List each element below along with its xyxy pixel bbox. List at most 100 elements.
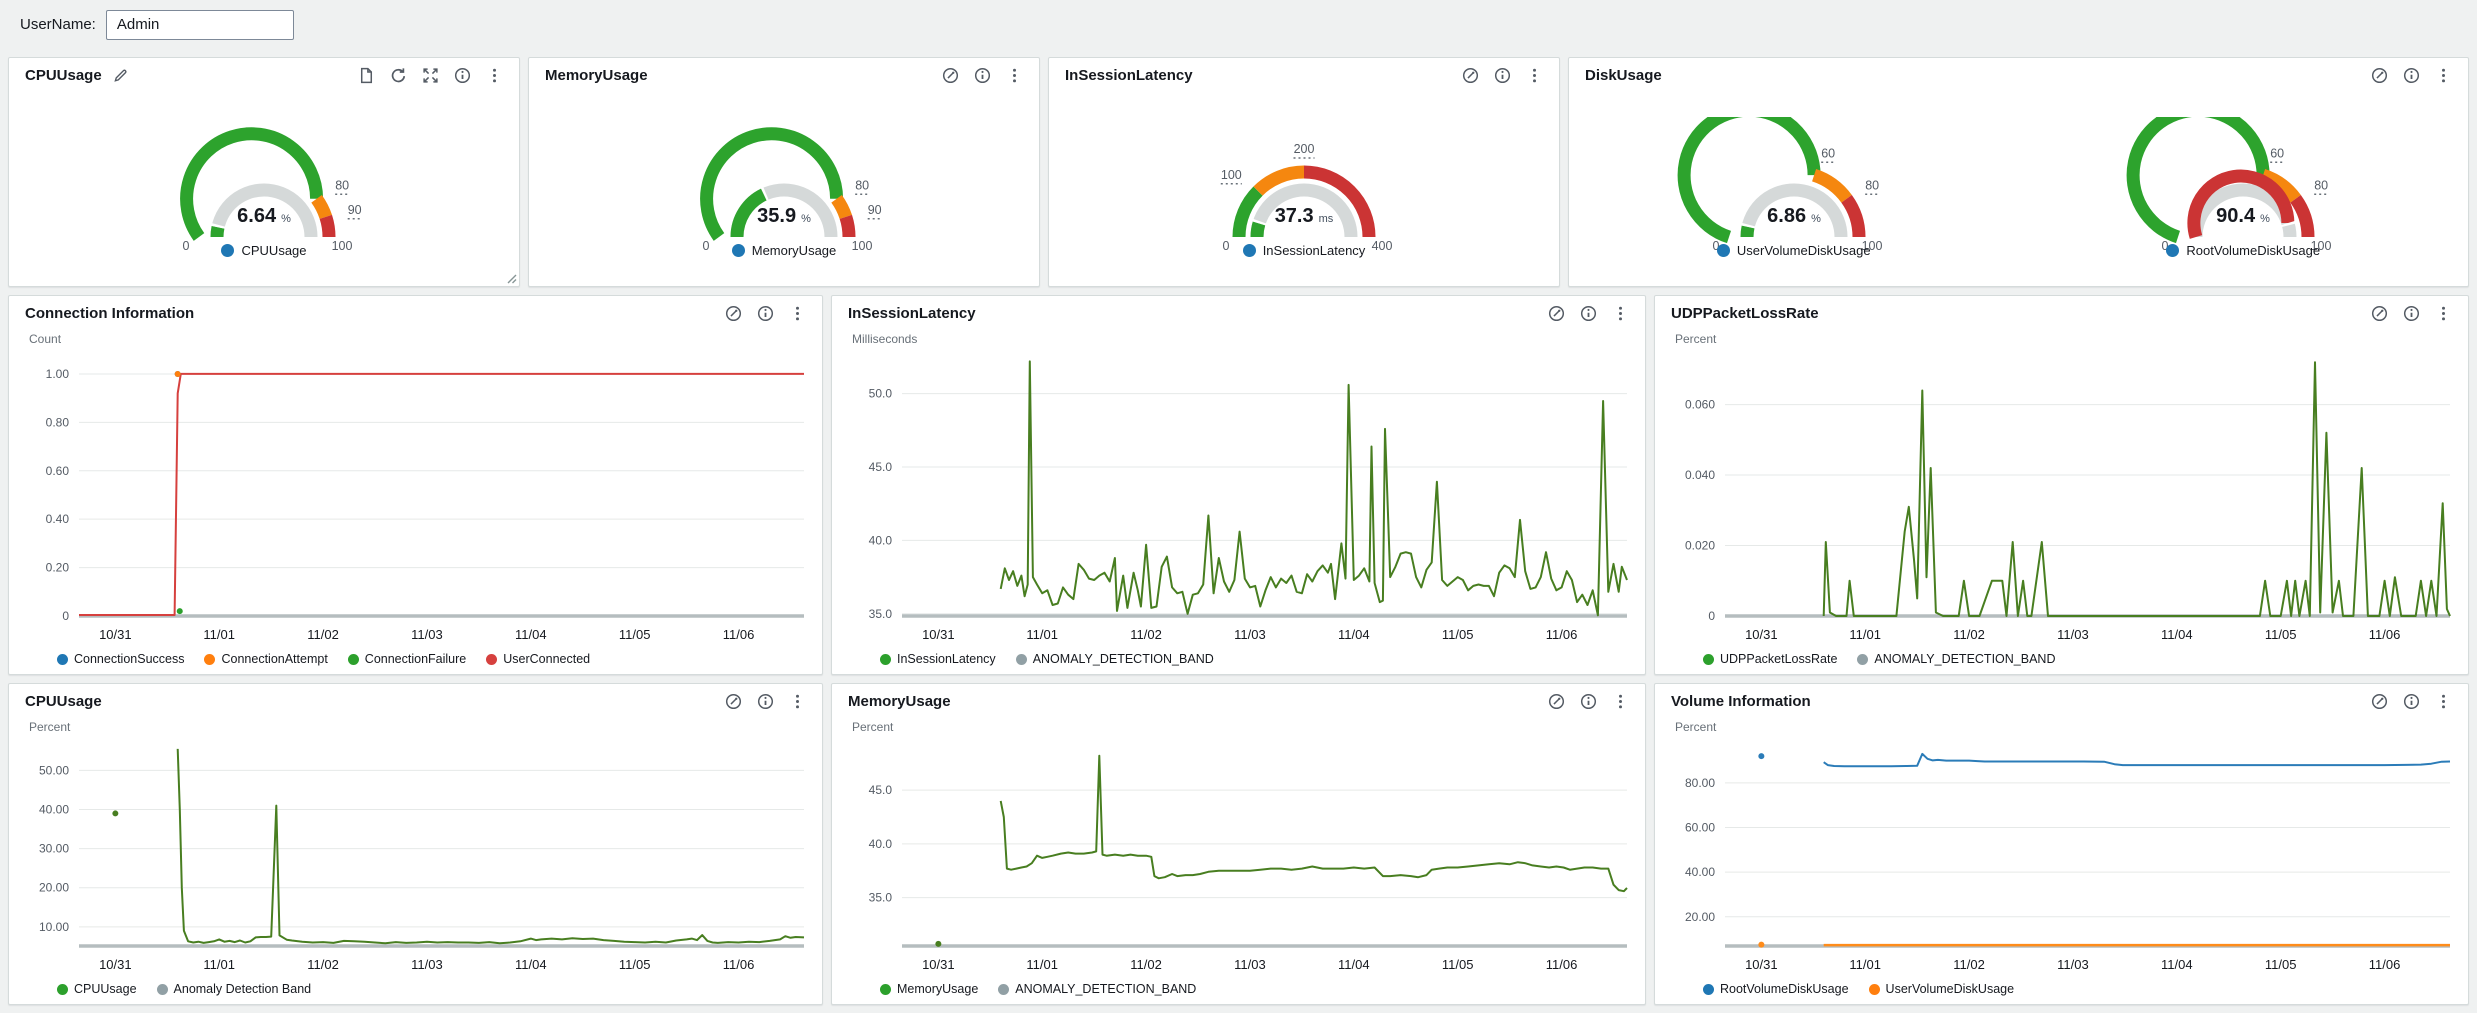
kebab-icon[interactable]	[1612, 305, 1629, 322]
compass-icon[interactable]	[942, 67, 959, 84]
connection-information-line-chart[interactable]: 00.200.400.600.801.0010/3111/0111/0211/0…	[9, 349, 822, 650]
info-icon[interactable]	[757, 693, 774, 710]
svg-text:11/04: 11/04	[2161, 627, 2193, 642]
kebab-icon[interactable]	[789, 305, 806, 322]
charts-row-1: Connection Information Count 00.200.400.…	[0, 295, 2477, 675]
refresh-icon[interactable]	[390, 67, 407, 84]
gauge-legend[interactable]: MemoryUsage	[732, 243, 837, 258]
info-icon[interactable]	[1580, 305, 1597, 322]
volume-information-line-chart[interactable]: 20.0040.0060.0080.0010/3111/0111/0211/03…	[1655, 737, 2468, 980]
legend-item[interactable]: Anomaly Detection Band	[157, 982, 312, 996]
cpuusage-line-chart[interactable]: 10.0020.0030.0040.0050.0010/3111/0111/02…	[9, 737, 822, 980]
compass-icon[interactable]	[1548, 693, 1565, 710]
chart-legend: RootVolumeDiskUsage UserVolumeDiskUsage	[1655, 980, 2468, 1004]
legend-label: CPUUsage	[74, 982, 137, 996]
svg-text:11/02: 11/02	[1953, 957, 1985, 972]
gauge-legend-label: CPUUsage	[241, 243, 306, 258]
compass-icon[interactable]	[1462, 67, 1479, 84]
widget-header: Connection Information	[9, 296, 822, 326]
info-icon[interactable]	[974, 67, 991, 84]
compass-icon[interactable]	[725, 693, 742, 710]
legend-item[interactable]: UDPPacketLossRate	[1703, 652, 1837, 666]
legend-label: ANOMALY_DETECTION_BAND	[1033, 652, 1214, 666]
gauge-legend-label: RootVolumeDiskUsage	[2186, 243, 2320, 258]
gauge-legend[interactable]: UserVolumeDiskUsage	[1717, 243, 1871, 258]
legend-item[interactable]: CPUUsage	[57, 982, 137, 996]
legend-item[interactable]: InSessionLatency	[880, 652, 996, 666]
legend-label: UserVolumeDiskUsage	[1886, 982, 2015, 996]
legend-dot	[57, 984, 68, 995]
file-icon[interactable]	[358, 67, 375, 84]
widget-header: Volume Information	[1655, 684, 2468, 714]
svg-text:11/03: 11/03	[2057, 957, 2089, 972]
svg-text:11/05: 11/05	[619, 957, 651, 972]
info-icon[interactable]	[1580, 693, 1597, 710]
legend-item[interactable]: ConnectionSuccess	[57, 652, 184, 666]
svg-text:0.060: 0.060	[1685, 398, 1715, 412]
kebab-icon[interactable]	[1526, 67, 1543, 84]
legend-item[interactable]: ConnectionAttempt	[204, 652, 327, 666]
widget-header-icons	[2371, 693, 2452, 710]
legend-dot	[880, 984, 891, 995]
kebab-icon[interactable]	[2435, 693, 2452, 710]
svg-text:10/31: 10/31	[1745, 627, 1778, 642]
kebab-icon[interactable]	[486, 67, 503, 84]
kebab-icon[interactable]	[2435, 305, 2452, 322]
svg-text:11/06: 11/06	[723, 957, 755, 972]
resize-handle-icon[interactable]	[504, 271, 517, 284]
info-icon[interactable]	[2403, 67, 2420, 84]
gauge-legend[interactable]: InSessionLatency	[1243, 243, 1366, 258]
legend-item[interactable]: UserVolumeDiskUsage	[1869, 982, 2015, 996]
widget-header: InSessionLatency	[1049, 58, 1559, 88]
gauge-legend[interactable]: CPUUsage	[221, 243, 306, 258]
legend-dot	[1869, 984, 1880, 995]
legend-item[interactable]: RootVolumeDiskUsage	[1703, 982, 1849, 996]
widget-header: UDPPacketLossRate	[1655, 296, 2468, 326]
compass-icon[interactable]	[1548, 305, 1565, 322]
y-axis-unit-label: Percent	[1655, 714, 2468, 737]
compass-icon[interactable]	[2371, 67, 2388, 84]
insessionlatency-line-chart[interactable]: 35.040.045.050.010/3111/0111/0211/0311/0…	[832, 349, 1645, 650]
expand-icon[interactable]	[422, 67, 439, 84]
memoryusage-line-chart[interactable]: 35.040.045.010/3111/0111/0211/0311/0411/…	[832, 737, 1645, 980]
edit-icon[interactable]	[112, 67, 129, 84]
widget-header-icons	[1548, 693, 1629, 710]
svg-text:11/03: 11/03	[2057, 627, 2089, 642]
legend-label: UserConnected	[503, 652, 590, 666]
legend-label: MemoryUsage	[897, 982, 978, 996]
svg-text:20.00: 20.00	[1685, 910, 1715, 924]
svg-text:0.020: 0.020	[1685, 539, 1715, 553]
kebab-icon[interactable]	[1612, 693, 1629, 710]
legend-item[interactable]: ANOMALY_DETECTION_BAND	[998, 982, 1196, 996]
info-icon[interactable]	[1494, 67, 1511, 84]
kebab-icon[interactable]	[2435, 67, 2452, 84]
widget-insessionlatency-chart: InSessionLatency Milliseconds 35.040.045…	[831, 295, 1646, 675]
compass-icon[interactable]	[2371, 693, 2388, 710]
legend-item[interactable]: MemoryUsage	[880, 982, 978, 996]
gauge-InSessionLatency: 010020040037.3msInSessionLatency	[1174, 117, 1434, 258]
udppacketlossrate-line-chart[interactable]: 00.0200.0400.06010/3111/0111/0211/0311/0…	[1655, 349, 2468, 650]
svg-text:45.0: 45.0	[869, 783, 893, 797]
kebab-icon[interactable]	[1006, 67, 1023, 84]
compass-icon[interactable]	[2371, 305, 2388, 322]
y-axis-unit-label: Percent	[832, 714, 1645, 737]
kebab-icon[interactable]	[789, 693, 806, 710]
gauge-legend[interactable]: RootVolumeDiskUsage	[2166, 243, 2320, 258]
chart-legend: ConnectionSuccess ConnectionAttempt Connec…	[9, 650, 822, 674]
info-icon[interactable]	[2403, 305, 2420, 322]
legend-item[interactable]: ConnectionFailure	[348, 652, 466, 666]
legend-dot	[221, 244, 234, 257]
username-input[interactable]	[106, 10, 294, 40]
legend-item[interactable]: ANOMALY_DETECTION_BAND	[1016, 652, 1214, 666]
info-icon[interactable]	[2403, 693, 2420, 710]
info-icon[interactable]	[454, 67, 471, 84]
compass-icon[interactable]	[725, 305, 742, 322]
legend-item[interactable]: UserConnected	[486, 652, 590, 666]
svg-text:100: 100	[852, 239, 873, 253]
widget-title: UDPPacketLossRate	[1671, 305, 1819, 322]
info-icon[interactable]	[757, 305, 774, 322]
svg-text:11/01: 11/01	[1026, 957, 1058, 972]
legend-item[interactable]: ANOMALY_DETECTION_BAND	[1857, 652, 2055, 666]
svg-text:11/06: 11/06	[723, 627, 755, 642]
svg-text:11/04: 11/04	[515, 627, 547, 642]
